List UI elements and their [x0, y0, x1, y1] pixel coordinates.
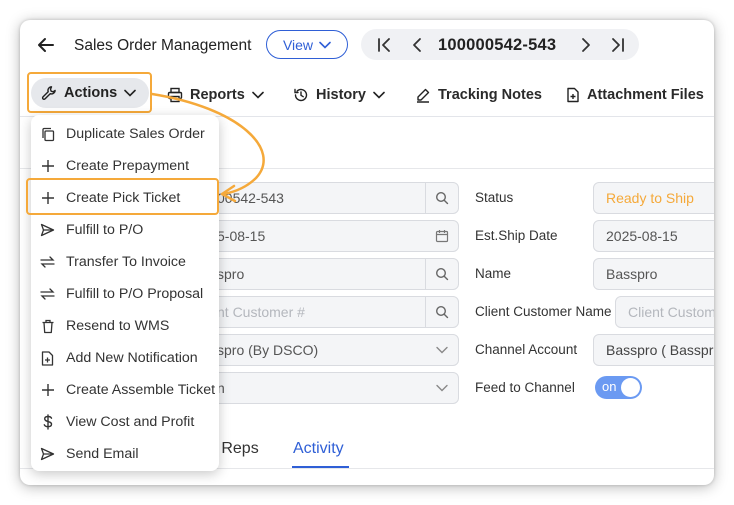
app-window: Sales Order Management View 100000542-54… — [20, 20, 714, 485]
callout-arrow — [150, 92, 265, 203]
